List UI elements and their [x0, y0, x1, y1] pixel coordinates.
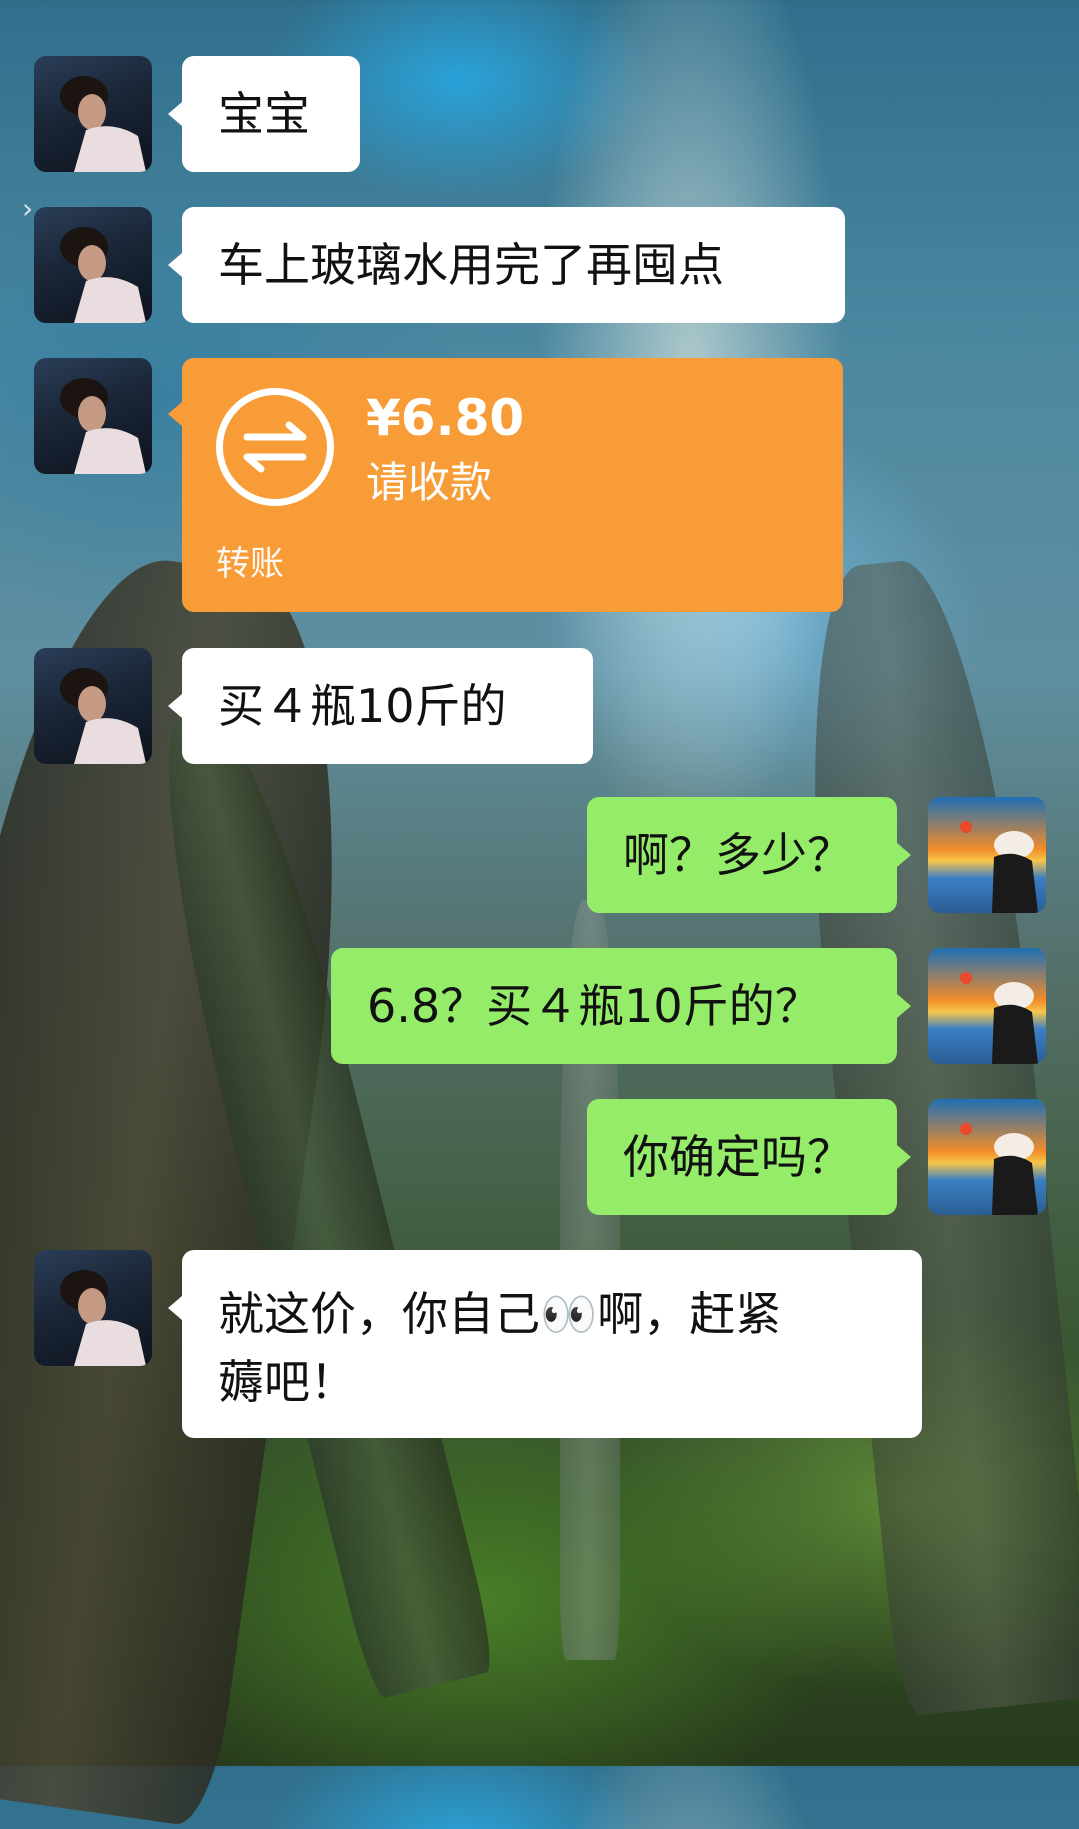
avatar[interactable] [928, 948, 1046, 1064]
message-bubble[interactable]: 买４瓶10斤的 [182, 648, 593, 764]
transfer-card[interactable]: ¥6.80 请收款 转账 [168, 358, 843, 612]
message-bubble[interactable]: 6.8？买４瓶10斤的？ [331, 948, 897, 1064]
message-text: 啊？多少？ [623, 828, 853, 882]
bubble-tail [168, 694, 182, 718]
avatar[interactable] [34, 648, 152, 764]
message-text-part: 啊，赶紧 [597, 1287, 782, 1341]
transfer-label: 转账 [216, 544, 284, 584]
avatar-male-photo-icon [60, 76, 146, 172]
message-bubble[interactable]: 就这价，你自己👀啊，赶紧 薅吧！ [182, 1250, 922, 1438]
message-text: 买４瓶10斤的 [218, 679, 507, 733]
bubble-tail [168, 102, 182, 126]
avatar-male-photo-icon [60, 1270, 146, 1366]
message-bubble[interactable]: 车上玻璃水用完了再囤点 [182, 207, 845, 323]
avatar[interactable] [34, 1250, 152, 1366]
bubble-tail [897, 994, 911, 1018]
message-text-part: 薅吧！ [218, 1355, 356, 1409]
avatar[interactable] [34, 207, 152, 323]
message-text: 6.8？买４瓶10斤的？ [367, 979, 821, 1033]
chevron-right-icon: › [22, 192, 34, 225]
message-bubble[interactable]: 宝宝 [182, 56, 360, 172]
avatar[interactable] [34, 56, 152, 172]
transfer-arrows-icon [216, 388, 334, 506]
message-bubble[interactable]: 啊？多少？ [587, 797, 897, 913]
message-text-part: 就这价，你自己 [218, 1287, 540, 1341]
message-text: 你确定吗？ [623, 1130, 853, 1184]
avatar-male-photo-icon [60, 227, 146, 323]
avatar-female-sunset-photo-icon [960, 821, 1038, 913]
avatar[interactable] [928, 797, 1046, 913]
avatar-male-photo-icon [60, 378, 146, 474]
message-bubble[interactable]: 你确定吗？ [587, 1099, 897, 1215]
transfer-status: 请收款 [366, 458, 493, 507]
eyes-emoji-icon: 👀 [540, 1287, 598, 1341]
avatar[interactable] [928, 1099, 1046, 1215]
message-text: 车上玻璃水用完了再囤点 [218, 238, 724, 292]
avatar-female-sunset-photo-icon [960, 1123, 1038, 1215]
message-text: 宝宝 [218, 87, 310, 141]
bubble-tail [168, 1296, 182, 1320]
message-text: 就这价，你自己👀啊，赶紧 薅吧！ [218, 1280, 781, 1416]
bubble-tail [897, 1145, 911, 1169]
transfer-amount: ¥6.80 [366, 389, 525, 447]
avatar-female-sunset-photo-icon [960, 972, 1038, 1064]
bubble-tail [897, 843, 911, 867]
bubble-tail [168, 253, 182, 277]
avatar[interactable] [34, 358, 152, 474]
bubble-tail [168, 402, 182, 426]
avatar-male-photo-icon [60, 668, 146, 764]
